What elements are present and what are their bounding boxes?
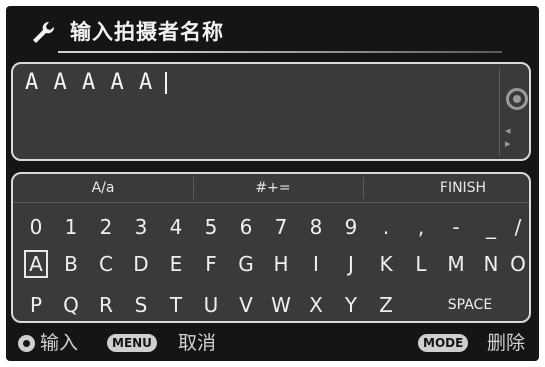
- key[interactable]: ,: [409, 213, 433, 241]
- menu-button[interactable]: MENU: [107, 334, 157, 352]
- function-divider: [363, 177, 364, 199]
- key[interactable]: O: [506, 250, 530, 278]
- key[interactable]: G: [234, 250, 258, 278]
- key-selected[interactable]: A: [24, 250, 48, 278]
- key[interactable]: Q: [59, 291, 83, 319]
- key[interactable]: 2: [94, 213, 118, 241]
- enter-label: 输入: [40, 332, 79, 354]
- key[interactable]: H: [269, 250, 293, 278]
- key[interactable]: W: [269, 291, 293, 319]
- header: 输入拍摄者名称: [6, 6, 539, 58]
- key[interactable]: U: [199, 291, 223, 319]
- footer-hints: 输入 MENU 取消 MODE 删除: [6, 324, 539, 361]
- mode-button[interactable]: MODE: [418, 334, 469, 352]
- dial-icon[interactable]: [506, 88, 528, 110]
- key[interactable]: M: [444, 250, 468, 278]
- key[interactable]: 9: [339, 213, 363, 241]
- key[interactable]: J: [339, 250, 363, 278]
- function-row: A/a #+= FINISH: [13, 174, 529, 203]
- key[interactable]: E: [164, 250, 188, 278]
- key[interactable]: 0: [24, 213, 48, 241]
- finish-key[interactable]: FINISH: [413, 178, 513, 198]
- key[interactable]: Y: [339, 291, 363, 319]
- key[interactable]: 4: [164, 213, 188, 241]
- function-divider: [193, 177, 194, 199]
- wrench-icon: [33, 21, 55, 43]
- key[interactable]: Z: [374, 291, 398, 319]
- key[interactable]: N: [479, 250, 503, 278]
- key[interactable]: _: [479, 213, 503, 241]
- key[interactable]: T: [164, 291, 188, 319]
- key[interactable]: 7: [269, 213, 293, 241]
- case-toggle-key[interactable]: A/a: [53, 178, 153, 198]
- key[interactable]: 3: [129, 213, 153, 241]
- key[interactable]: .: [374, 213, 398, 241]
- key[interactable]: F: [199, 250, 223, 278]
- page-title: 输入拍摄者名称: [70, 20, 224, 44]
- key[interactable]: K: [374, 250, 398, 278]
- key[interactable]: D: [129, 250, 153, 278]
- key[interactable]: X: [304, 291, 328, 319]
- delete-label: 删除: [487, 332, 526, 354]
- key[interactable]: /: [506, 213, 530, 241]
- text-cursor: [165, 72, 167, 94]
- cursor-arrows-icon[interactable]: ◂ ▸: [505, 124, 529, 150]
- key[interactable]: V: [234, 291, 258, 319]
- ok-button-icon: [18, 335, 35, 352]
- entry-value: A A A A A: [25, 70, 154, 95]
- key[interactable]: S: [129, 291, 153, 319]
- space-key[interactable]: SPACE: [435, 291, 505, 319]
- symbols-toggle-key[interactable]: #+=: [213, 178, 333, 198]
- title-underline: [58, 51, 502, 53]
- key[interactable]: 1: [59, 213, 83, 241]
- text-entry-field[interactable]: A A A A A ◂ ▸: [11, 62, 531, 161]
- key[interactable]: 6: [234, 213, 258, 241]
- key[interactable]: L: [409, 250, 433, 278]
- on-screen-keyboard: A/a #+= FINISH 0 1 2 3 4 5 6 7 8 9 . , -…: [11, 172, 531, 323]
- key[interactable]: R: [94, 291, 118, 319]
- camera-screen: 输入拍摄者名称 A A A A A ◂ ▸ A/a #+= FINISH 0 1…: [6, 6, 539, 361]
- entry-divider: [499, 68, 500, 156]
- key[interactable]: P: [24, 291, 48, 319]
- key[interactable]: 5: [199, 213, 223, 241]
- key[interactable]: B: [59, 250, 83, 278]
- cancel-label: 取消: [178, 332, 217, 354]
- key[interactable]: -: [444, 213, 468, 241]
- key[interactable]: 8: [304, 213, 328, 241]
- key[interactable]: I: [304, 250, 328, 278]
- key[interactable]: C: [94, 250, 118, 278]
